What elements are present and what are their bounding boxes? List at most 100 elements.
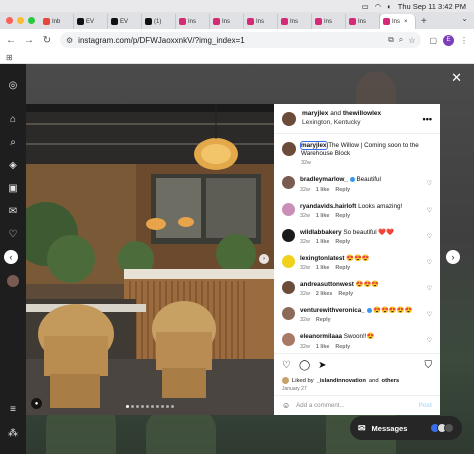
browser-tab[interactable]: Ins xyxy=(312,14,346,29)
messenger-icon[interactable]: ✉ xyxy=(7,206,19,218)
liked-by-user[interactable]: _islandinnovation xyxy=(317,378,366,384)
browser-tab[interactable]: Ins xyxy=(210,14,244,29)
commenter-avatar[interactable] xyxy=(282,333,295,347)
browser-tab[interactable]: Ins xyxy=(244,14,278,29)
close-window-button[interactable] xyxy=(6,17,13,24)
minimize-window-button[interactable] xyxy=(17,17,24,24)
comment-likes[interactable]: 1 like xyxy=(316,239,330,246)
comment-like-heart-icon[interactable]: ♡ xyxy=(427,337,432,344)
comment-reply-button[interactable]: Reply xyxy=(335,239,350,246)
site-info-icon[interactable]: ⚙ xyxy=(66,36,73,45)
comment-time[interactable]: 32w xyxy=(300,265,310,272)
bookmark-star-icon[interactable]: ☆ xyxy=(408,36,415,45)
comment-time[interactable]: 32w xyxy=(300,187,310,194)
apps-grid-icon[interactable]: ⊞ xyxy=(6,53,13,62)
commenter-username[interactable]: wildlabbakery xyxy=(300,229,342,236)
comment-reply-button[interactable]: Reply xyxy=(335,187,350,194)
comment-likes[interactable]: 1 like xyxy=(316,344,330,351)
post-photo[interactable]: › ● xyxy=(26,104,274,415)
commenter-username[interactable]: eleanormilaaa xyxy=(300,333,342,340)
photo-next-button[interactable]: › xyxy=(259,254,269,264)
extensions-icon[interactable]: ▢ xyxy=(429,36,437,45)
commenter-avatar[interactable] xyxy=(282,176,295,190)
comment-likes[interactable]: 1 like xyxy=(316,213,330,220)
more-options-icon[interactable]: ••• xyxy=(423,114,432,124)
browser-tab[interactable]: EV xyxy=(74,14,108,29)
back-icon[interactable]: ← xyxy=(6,35,16,46)
browser-tab[interactable]: EV xyxy=(108,14,142,29)
reels-icon[interactable]: ▣ xyxy=(7,183,19,195)
battery-icon[interactable]: ▭ xyxy=(362,2,369,11)
comment-like-heart-icon[interactable]: ♡ xyxy=(427,285,432,292)
zoom-window-button[interactable] xyxy=(28,17,35,24)
comment-like-heart-icon[interactable]: ♡ xyxy=(427,207,432,214)
comment-likes[interactable]: 1 like xyxy=(316,265,330,272)
browser-tab[interactable]: (1) xyxy=(142,14,176,29)
wifi-icon[interactable]: ◠ xyxy=(375,2,382,11)
commenter-avatar[interactable] xyxy=(282,254,295,268)
comment-time[interactable]: 32w xyxy=(300,317,310,324)
comment-like-heart-icon[interactable]: ♡ xyxy=(427,259,432,266)
commenter-avatar[interactable] xyxy=(282,202,295,216)
url-text[interactable]: instagram.com/p/DFWJaoxxnkV/?img_index=1 xyxy=(78,36,383,45)
menu-bar-datetime[interactable]: Thu Sep 11 3:42 PM xyxy=(398,2,466,11)
author-avatar[interactable] xyxy=(282,111,296,126)
zoom-icon[interactable]: ⌕ xyxy=(399,35,403,45)
commenter-avatar[interactable] xyxy=(282,281,295,295)
browser-menu-icon[interactable]: ⋮ xyxy=(460,36,468,45)
commenter-username[interactable]: lexingtonlatest xyxy=(300,255,344,262)
explore-icon[interactable]: ◈ xyxy=(7,160,19,172)
save-bookmark-icon[interactable]: ⛉ xyxy=(425,360,433,371)
commenter-avatar[interactable] xyxy=(282,228,295,242)
notifications-heart-icon[interactable]: ♡ xyxy=(7,229,19,241)
control-center-icon[interactable]: ◐ xyxy=(387,2,392,11)
browser-tab[interactable]: Inb xyxy=(40,14,74,29)
commenter-username[interactable]: venturewithveronica_ xyxy=(300,307,365,314)
emoji-icon[interactable]: ☺ xyxy=(282,401,290,410)
comment-time[interactable]: 32w xyxy=(300,239,310,246)
commenter-username[interactable]: andreasuttonwest xyxy=(300,281,354,288)
author-username[interactable]: maryjlex xyxy=(302,110,328,117)
comment-reply-button[interactable]: Reply xyxy=(316,317,331,324)
new-tab-button[interactable]: + xyxy=(416,14,432,29)
browser-tab[interactable]: Ins xyxy=(176,14,210,29)
tab-search-icon[interactable]: ⌄ xyxy=(461,14,468,23)
search-icon[interactable]: ⌕ xyxy=(7,137,19,149)
browser-tab[interactable]: Ins × xyxy=(380,14,416,29)
close-modal-icon[interactable]: ✕ xyxy=(451,70,462,86)
caption-username[interactable]: maryjlex xyxy=(300,141,328,150)
instagram-logo-icon[interactable]: ◎ xyxy=(7,80,19,92)
comment-time[interactable]: 32w xyxy=(300,344,310,351)
cast-icon[interactable]: ⧉ xyxy=(388,35,394,45)
commenter-username[interactable]: ryandavids.hairloft xyxy=(300,203,356,210)
browser-tab[interactable]: Ins xyxy=(278,14,312,29)
post-location[interactable]: Lexington, Kentucky xyxy=(302,119,417,127)
post-comment-button[interactable]: Post xyxy=(419,402,432,409)
comment-icon[interactable]: ◯ xyxy=(299,360,310,371)
post-date[interactable]: January 27 xyxy=(282,386,432,392)
comment-reply-button[interactable]: Reply xyxy=(338,291,353,298)
messages-button[interactable]: ✉ Messages xyxy=(350,416,462,440)
commenter-username[interactable]: bradleymarlow_ xyxy=(300,176,348,183)
previous-post-button[interactable]: ‹ xyxy=(4,250,18,264)
comment-time[interactable]: 32w xyxy=(300,291,310,298)
add-comment-input[interactable]: Add a comment... xyxy=(296,402,412,409)
reload-icon[interactable]: ↻ xyxy=(42,35,52,46)
comment-likes[interactable]: 1 like xyxy=(316,187,330,194)
forward-icon[interactable]: → xyxy=(24,35,34,46)
share-icon[interactable]: ➤ xyxy=(318,360,326,371)
comment-like-heart-icon[interactable]: ♡ xyxy=(427,180,432,187)
liker-avatar[interactable] xyxy=(282,377,289,384)
comment-like-heart-icon[interactable]: ♡ xyxy=(427,233,432,240)
comment-reply-button[interactable]: Reply xyxy=(335,344,350,351)
comment-time[interactable]: 32w xyxy=(300,213,310,220)
liked-by-others[interactable]: others xyxy=(382,378,400,384)
comment-like-heart-icon[interactable]: ♡ xyxy=(427,311,432,318)
comment-reply-button[interactable]: Reply xyxy=(335,265,350,272)
like-heart-icon[interactable]: ♡ xyxy=(282,360,291,371)
comment-reply-button[interactable]: Reply xyxy=(335,213,350,220)
profile-avatar[interactable]: E xyxy=(443,34,454,46)
address-bar[interactable]: ⚙ instagram.com/p/DFWJaoxxnkV/?img_index… xyxy=(60,32,422,48)
threads-icon[interactable]: ⁂ xyxy=(7,428,19,440)
home-icon[interactable]: ⌂ xyxy=(7,114,19,126)
